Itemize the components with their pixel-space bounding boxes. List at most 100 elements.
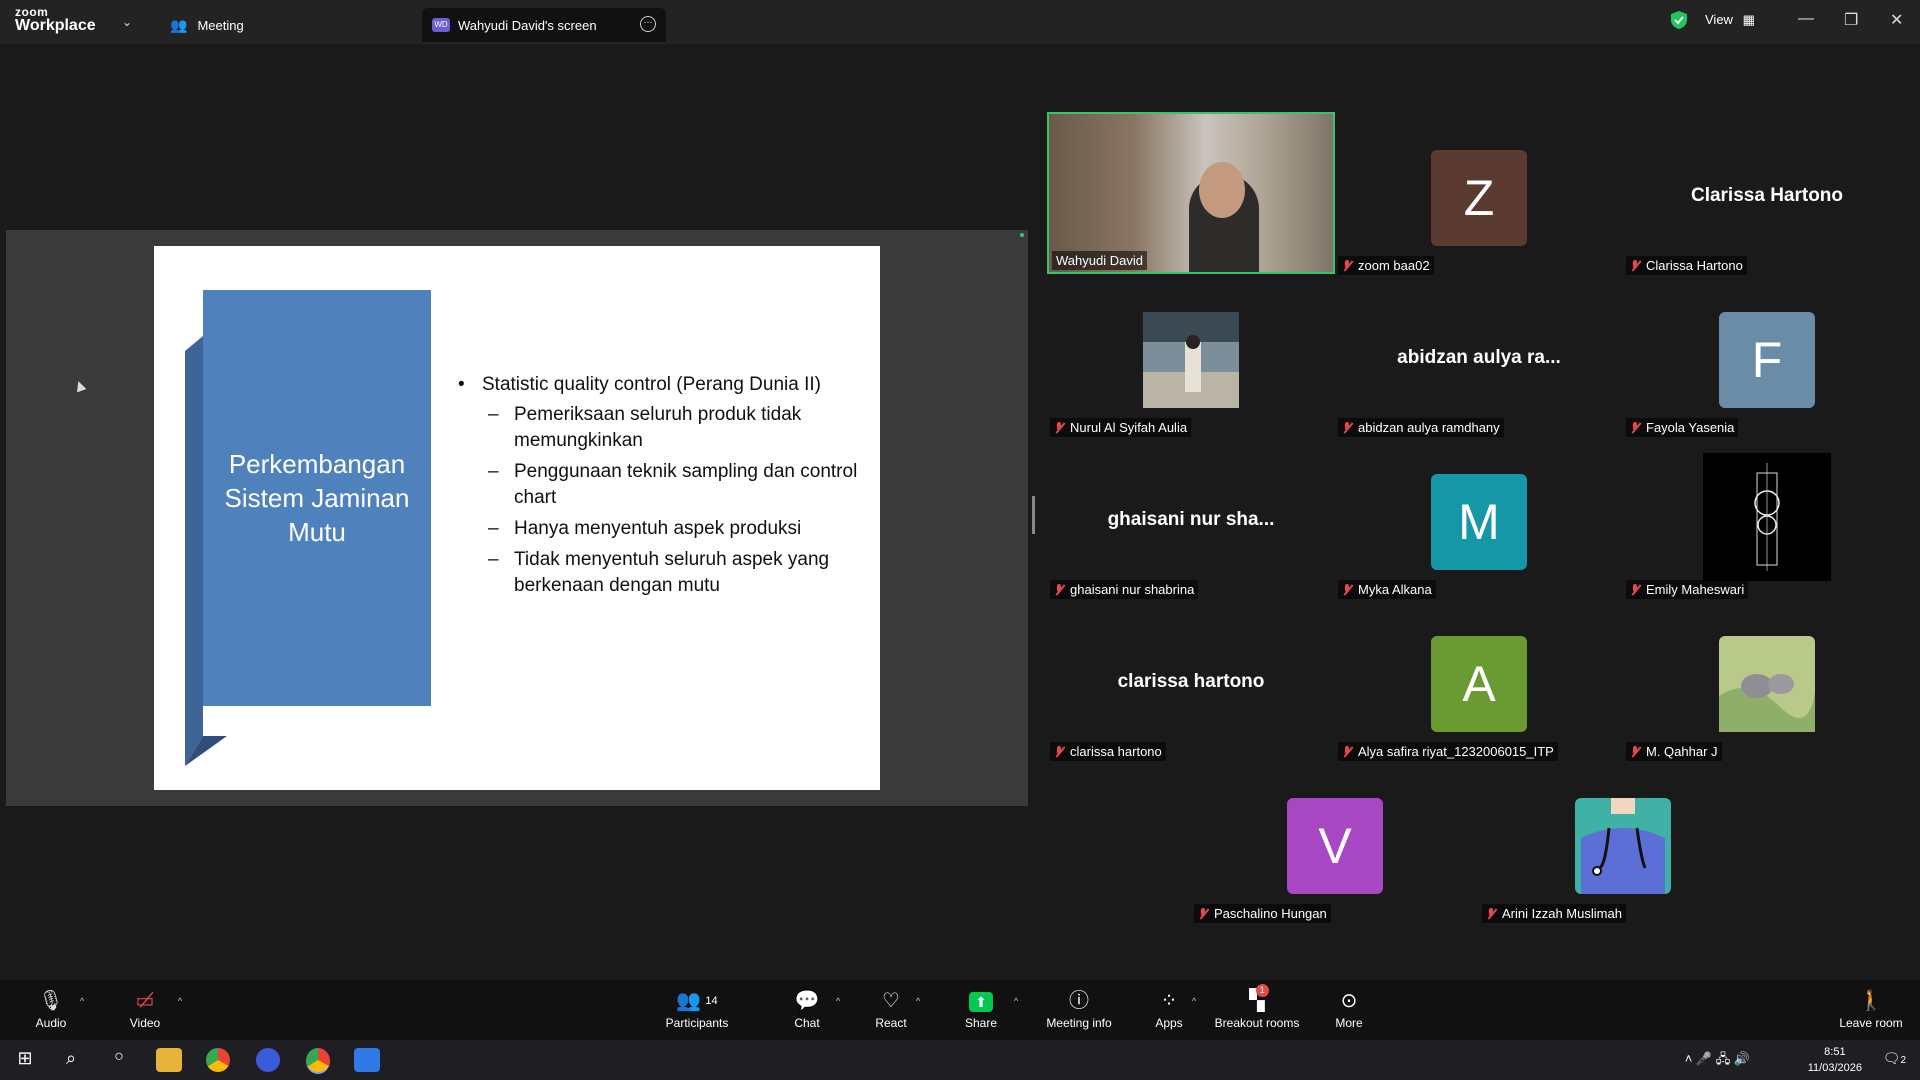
share-options-caret-icon[interactable]: ^ [1014, 996, 1018, 1006]
muted-mic-icon [1054, 583, 1064, 596]
meeting-info-button[interactable]: ⓘ Meeting info [1044, 990, 1114, 1030]
participant-tile[interactable]: Emily Maheswari [1623, 439, 1911, 599]
chat-button[interactable]: 💬 Chat [790, 990, 824, 1030]
participant-tile[interactable]: Z zoom baa02 [1335, 115, 1623, 275]
react-options-caret-icon[interactable]: ^ [916, 996, 920, 1006]
title-bar: zoom Workplace ⌄ 👥 Meeting WD Wahyudi Da… [0, 0, 1920, 44]
system-clock[interactable]: 8:51 11/03/2026 [1808, 1044, 1862, 1076]
participant-photo [1575, 798, 1671, 894]
participant-tile[interactable]: Nurul Al Syifah Aulia [1047, 277, 1335, 437]
windows-start-icon[interactable]: ⊞ [12, 1048, 38, 1072]
apps-button[interactable]: ⁘ Apps [1152, 990, 1186, 1030]
participant-tile[interactable]: ghaisani nur sha... ghaisani nur shabrin… [1047, 439, 1335, 599]
chat-options-caret-icon[interactable]: ^ [836, 996, 840, 1006]
breakout-rooms-label: Breakout rooms [1214, 1016, 1300, 1030]
muted-mic-icon [1054, 421, 1064, 434]
notification-count: 2 [1900, 1055, 1906, 1066]
avatar: A [1431, 636, 1527, 732]
security-shield-icon[interactable] [1670, 10, 1688, 30]
grid-icon: ▦ [1742, 12, 1755, 27]
muted-mic-icon [1630, 259, 1640, 272]
participant-tile[interactable]: M Myka Alkana [1335, 439, 1623, 599]
chevron-down-icon[interactable]: ⌄ [122, 15, 132, 29]
participant-name-tag: ghaisani nur shabrina [1050, 580, 1199, 599]
file-explorer-icon[interactable] [156, 1048, 182, 1072]
participant-name-tag: Emily Maheswari [1626, 580, 1749, 599]
participant-name: Nurul Al Syifah Aulia [1070, 420, 1188, 435]
leave-room-button[interactable]: 🚶 Leave room [1838, 990, 1904, 1030]
tab-meeting[interactable]: 👥 Meeting [170, 8, 410, 42]
chat-icon: 💬 [794, 990, 820, 1012]
participant-tile[interactable]: M. Qahhar J [1623, 601, 1911, 761]
audio-label: Audio [35, 1016, 67, 1030]
participant-name: Clarissa Hartono [1646, 258, 1743, 273]
participant-name: zoom baa02 [1358, 258, 1430, 273]
participants-icon: 👥 14 [676, 990, 718, 1012]
participant-name: Arini Izzah Muslimah [1502, 906, 1622, 921]
slide-sub-bullet: Tidak menyentuh seluruh aspek yang berke… [454, 547, 864, 599]
participant-tile[interactable]: Arini Izzah Muslimah [1479, 763, 1767, 923]
muted-mic-icon [1342, 745, 1352, 758]
participant-tile[interactable]: F Fayola Yasenia [1623, 277, 1911, 437]
view-button[interactable]: View ▦ [1705, 12, 1755, 28]
muted-mic-icon: 🎙 [38, 990, 64, 1012]
muted-mic-icon [1342, 583, 1352, 596]
presenter-badge: WD [432, 18, 450, 32]
leave-room-label: Leave room [1839, 1016, 1903, 1030]
participants-button[interactable]: 👥 14 Participants [664, 990, 730, 1030]
minimize-icon[interactable]: — [1798, 10, 1814, 28]
share-label: Share [964, 1016, 998, 1030]
participant-tile[interactable]: clarissa hartono clarissa hartono [1047, 601, 1335, 761]
chrome-icon[interactable] [206, 1048, 230, 1072]
notification-center-icon[interactable]: 🗨2 [1883, 1050, 1906, 1067]
muted-mic-icon [1630, 745, 1640, 758]
chrome-active-icon[interactable] [306, 1048, 330, 1074]
meeting-info-label: Meeting info [1046, 1016, 1112, 1030]
participant-name: Alya safira riyat_1232006015_ITP [1358, 744, 1554, 759]
participant-tile[interactable]: Clarissa Hartono Clarissa Hartono [1623, 115, 1911, 275]
participant-name: Wahyudi David [1056, 253, 1143, 268]
muted-mic-icon [1054, 745, 1064, 758]
search-icon[interactable]: ⌕ [58, 1048, 84, 1072]
more-button[interactable]: ⊙ More [1334, 990, 1364, 1030]
participant-tile[interactable]: A Alya safira riyat_1232006015_ITP [1335, 601, 1623, 761]
video-button[interactable]: ▭̸ Video [124, 990, 166, 1030]
avatar: M [1431, 474, 1527, 570]
zoom-taskbar-icon[interactable] [256, 1048, 280, 1072]
slide-title-panel: Perkembangan Sistem Jaminan Mutu [203, 290, 431, 706]
participant-video-wahyudi[interactable]: Wahyudi David [1047, 112, 1335, 274]
apps-icon: ⁘ [1160, 990, 1178, 1012]
more-options-icon[interactable]: ··· [640, 16, 656, 32]
participant-display-name: Clarissa Hartono [1690, 185, 1844, 206]
zoom-logo: zoom Workplace [15, 6, 96, 34]
participant-name-tag: zoom baa02 [1338, 256, 1434, 275]
logo-bottom-text: Workplace [15, 17, 96, 34]
breakout-rooms-button[interactable]: ▚ 1 Breakout rooms [1214, 984, 1300, 1030]
participant-tile[interactable]: abidzan aulya ra... abidzan aulya ramdha… [1335, 277, 1623, 437]
more-label: More [1335, 1016, 1363, 1030]
participant-name: Fayola Yasenia [1646, 420, 1735, 435]
muted-mic-icon [1342, 421, 1352, 434]
tray-icons[interactable]: ˄ 🎤 🖧 🔊 [1685, 1050, 1750, 1072]
apps-label: Apps [1155, 1016, 1183, 1030]
participant-display-name: abidzan aulya ra... [1397, 347, 1561, 368]
close-icon[interactable]: ✕ [1890, 10, 1903, 30]
task-view-icon[interactable]: ○ [106, 1048, 132, 1072]
participant-tile[interactable]: V Paschalino Hungan [1191, 763, 1479, 923]
tab-shared-screen[interactable]: WD Wahyudi David's screen ··· [422, 8, 666, 42]
audio-options-caret-icon[interactable]: ^ [80, 996, 84, 1006]
video-options-caret-icon[interactable]: ^ [178, 996, 182, 1006]
participant-photo [1703, 453, 1831, 581]
participant-name: abidzan aulya ramdhany [1358, 420, 1500, 435]
slide-title: Perkembangan Sistem Jaminan Mutu [224, 449, 410, 547]
share-button[interactable]: ⬆ Share [962, 990, 1000, 1030]
participant-name: clarissa hartono [1070, 744, 1162, 759]
breakout-rooms-icon: ▚ 1 [1249, 984, 1269, 1012]
react-button[interactable]: ♡ React [874, 990, 908, 1030]
panel-splitter[interactable] [1032, 496, 1035, 534]
photos-app-icon[interactable] [354, 1048, 380, 1072]
restore-icon[interactable]: ❐ [1844, 10, 1858, 30]
info-icon: ⓘ [1069, 990, 1089, 1012]
audio-button[interactable]: 🎙 Audio [30, 990, 72, 1030]
apps-options-caret-icon[interactable]: ^ [1192, 996, 1196, 1006]
